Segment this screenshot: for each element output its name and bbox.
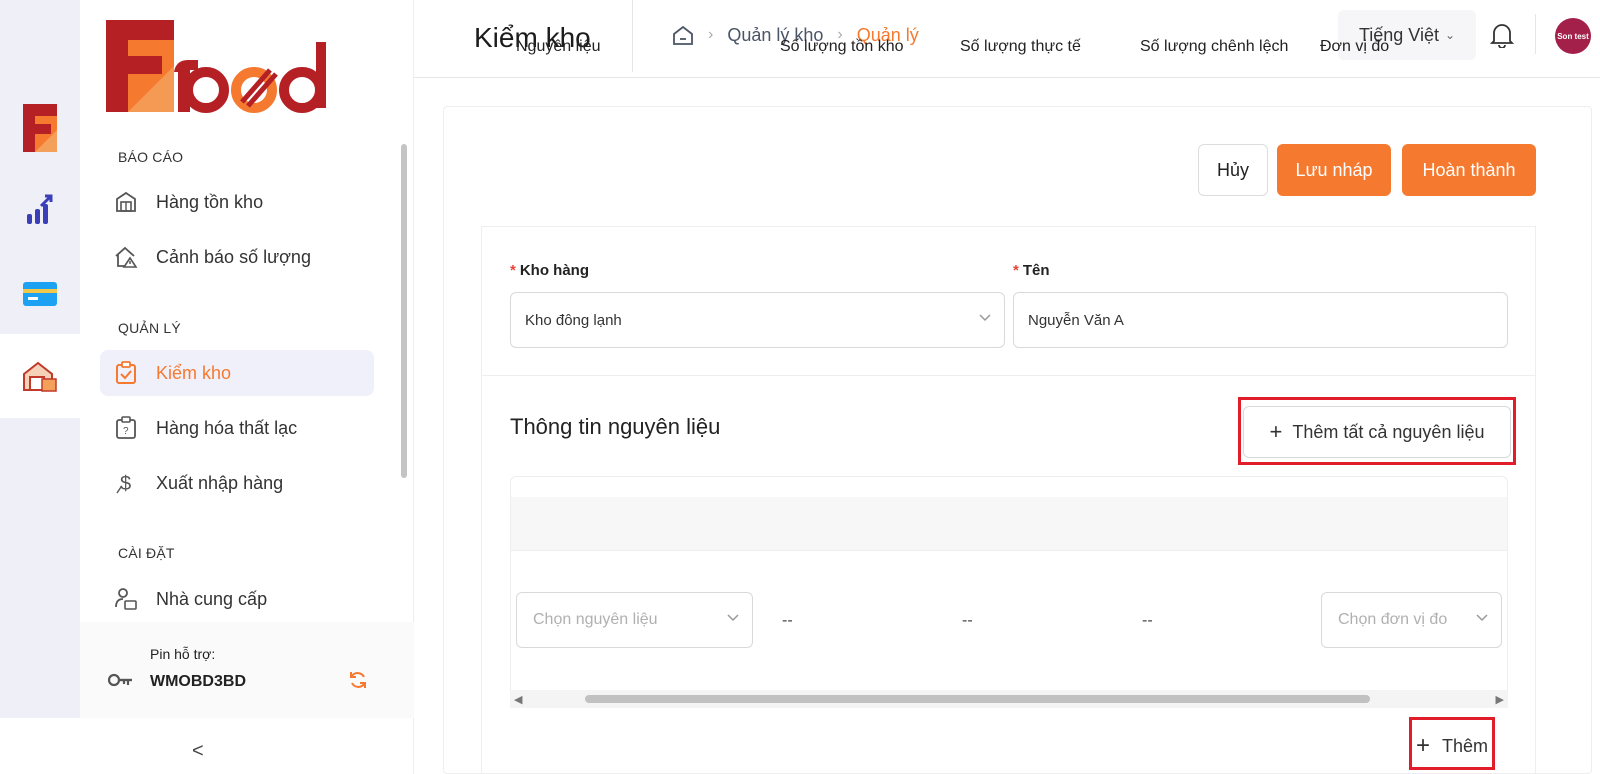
rail-item-warehouse[interactable] <box>0 334 80 418</box>
header-divider <box>632 0 633 72</box>
lost-goods-icon: ? <box>114 416 138 440</box>
breadcrumb-separator: › <box>708 26 714 43</box>
home-icon[interactable] <box>672 24 694 46</box>
section-title-report: BÁO CÁO <box>118 149 184 165</box>
sidebar-item-label: Nhà cung cấp <box>156 588 268 609</box>
header-divider <box>1535 14 1536 54</box>
sidebar-item-label: Hàng hóa thất lạc <box>156 417 298 438</box>
materials-heading: Thông tin nguyên liệu <box>510 414 721 439</box>
sidebar-item-import-export[interactable]: $ Xuất nhập hàng <box>100 460 374 506</box>
warehouse-label: * Kho hàng <box>510 262 589 279</box>
sidebar-item-lost-goods[interactable]: ? Hàng hóa thất lạc <box>100 405 374 451</box>
section-title-manage: QUẢN LÝ <box>118 320 181 336</box>
required-mark: * <box>510 262 516 279</box>
difference-quantity: -- <box>1142 612 1153 629</box>
unit-placeholder: Chọn đơn vị đo <box>1338 611 1448 628</box>
rail-item-reports[interactable] <box>0 168 80 252</box>
check-clipboard-icon <box>114 361 138 385</box>
warehouse-label-text: Kho hàng <box>519 262 589 279</box>
name-label: * Tên <box>1013 262 1050 279</box>
warning-house-icon <box>114 245 138 269</box>
sidebar-item-label: Cảnh báo số lượng <box>156 246 311 267</box>
scroll-left-icon[interactable]: ◀ <box>514 693 522 706</box>
bell-icon[interactable] <box>1490 22 1514 48</box>
sidebar-item-label: Kiểm kho <box>156 362 232 383</box>
svg-text:$: $ <box>120 473 131 495</box>
logo-f-icon <box>23 104 57 152</box>
rail-item-home[interactable] <box>0 86 80 170</box>
highlight-box <box>1238 397 1516 465</box>
name-value: Nguyễn Văn A <box>1028 311 1124 329</box>
save-draft-button[interactable]: Lưu nháp <box>1277 144 1391 196</box>
section-title-settings: CÀI ĐẶT <box>118 545 175 561</box>
rail-item-cards[interactable] <box>0 252 80 336</box>
column-header: Số lượng tồn kho <box>780 38 904 55</box>
cancel-button[interactable]: Hủy <box>1198 144 1268 196</box>
material-placeholder: Chọn nguyên liệu <box>533 611 658 628</box>
svg-text:?: ? <box>123 426 129 437</box>
name-label-text: Tên <box>1022 262 1050 279</box>
required-mark: * <box>1013 262 1019 279</box>
sidebar-scrollbar[interactable] <box>401 144 407 478</box>
column-header: Đơn vị đo <box>1320 38 1390 55</box>
scroll-right-icon[interactable]: ▶ <box>1496 693 1504 706</box>
pin-label: Pin hỗ trợ: <box>150 646 216 662</box>
sidebar: BÁO CÁO Hàng tồn kho Cảnh báo số lượng Q… <box>80 0 414 774</box>
complete-button[interactable]: Hoàn thành <box>1402 144 1536 196</box>
table-horizontal-scrollbar[interactable]: ◀ ▶ <box>510 690 1508 708</box>
chevron-down-icon: ⌄ <box>1445 28 1456 42</box>
dollar-icon: $ <box>114 471 138 495</box>
collapse-sidebar-button[interactable]: < <box>192 740 204 763</box>
column-header: Số lượng thực tế <box>960 38 1081 55</box>
chevron-down-icon <box>979 314 991 322</box>
sidebar-item-quantity-alert[interactable]: Cảnh báo số lượng <box>100 234 374 280</box>
column-header: Nguyên liệu <box>516 38 601 55</box>
report-chart-icon <box>27 194 53 224</box>
actual-quantity: -- <box>962 612 973 629</box>
sidebar-item-label: Xuất nhập hàng <box>156 472 284 493</box>
supplier-icon <box>114 587 138 611</box>
key-icon <box>108 673 132 687</box>
refresh-icon[interactable] <box>348 670 368 690</box>
card-icon <box>23 282 57 306</box>
material-select[interactable]: Chọn nguyên liệu <box>516 592 753 648</box>
sidebar-item-stock-check[interactable]: Kiểm kho <box>100 350 374 396</box>
warehouse-icon <box>23 361 57 392</box>
icon-rail <box>0 0 80 718</box>
chevron-down-icon <box>727 614 739 622</box>
sidebar-item-label: Hàng tồn kho <box>156 191 264 212</box>
table-header <box>511 497 1507 551</box>
unit-select[interactable]: Chọn đơn vị đo <box>1321 592 1502 648</box>
column-header: Số lượng chênh lệch <box>1140 38 1289 55</box>
warehouse-value: Kho đông lạnh <box>525 311 622 329</box>
warehouse-select[interactable]: Kho đông lạnh <box>510 292 1005 348</box>
scroll-thumb[interactable] <box>585 695 1370 703</box>
ffood-logo <box>106 20 326 113</box>
chevron-down-icon <box>1476 614 1488 622</box>
stock-quantity: -- <box>782 612 793 629</box>
inventory-icon <box>114 190 138 214</box>
name-input[interactable]: Nguyễn Văn A <box>1013 292 1508 348</box>
sidebar-item-inventory[interactable]: Hàng tồn kho <box>100 179 374 225</box>
sidebar-item-supplier[interactable]: Nhà cung cấp <box>100 576 374 622</box>
avatar[interactable]: Son test <box>1555 18 1591 54</box>
highlight-box <box>1409 717 1495 770</box>
pin-code: WMOBD3BD <box>150 673 246 690</box>
